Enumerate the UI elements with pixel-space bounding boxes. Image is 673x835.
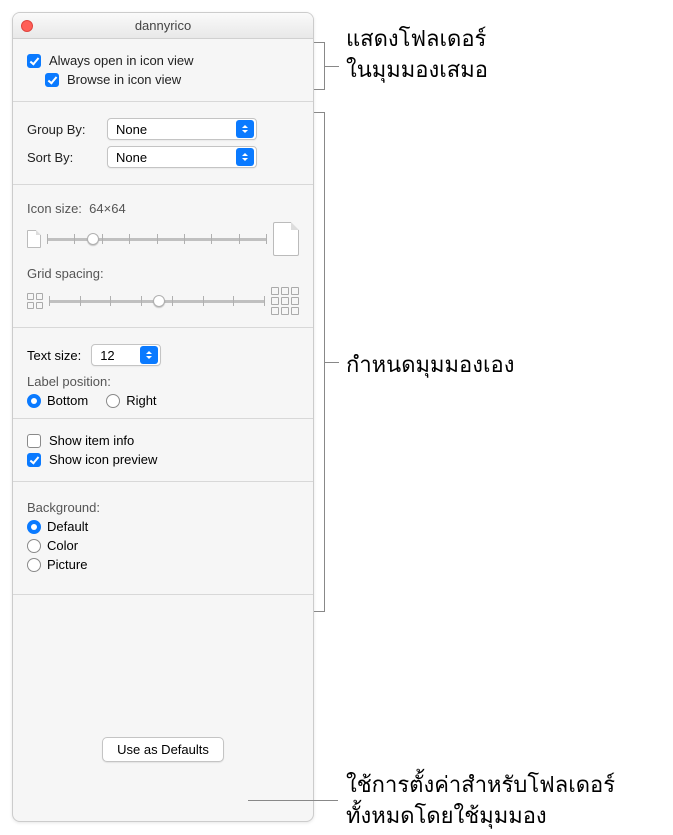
section-icon-grid: Icon size: 64×64 Grid spacing: <box>13 185 313 328</box>
updown-icon <box>236 120 254 138</box>
bg-color-label: Color <box>47 538 78 553</box>
icon-size-label: Icon size: <box>27 201 82 216</box>
section-text: Text size: 12 Label position: Bottom Rig… <box>13 328 313 419</box>
always-open-label: Always open in icon view <box>49 53 194 68</box>
window-title: dannyrico <box>13 18 313 33</box>
grid-spacing-label: Grid spacing: <box>27 266 299 281</box>
show-item-info-checkbox[interactable] <box>27 434 41 448</box>
titlebar: dannyrico <box>13 13 313 39</box>
annotation-1: แสดงโฟลเดอร์ ในมุมมองเสมอ <box>346 24 488 86</box>
sort-by-label: Sort By: <box>27 150 97 165</box>
slider-thumb[interactable] <box>87 233 99 245</box>
section-view-mode: Always open in icon view Browse in icon … <box>13 39 313 102</box>
use-as-defaults-button[interactable]: Use as Defaults <box>102 737 224 762</box>
text-size-label: Text size: <box>27 348 81 363</box>
browse-checkbox[interactable] <box>45 73 59 87</box>
view-options-window: dannyrico Always open in icon view Brows… <box>12 12 314 822</box>
label-position-header: Label position: <box>27 374 299 389</box>
section-background: Background: Default Color Picture <box>13 482 313 595</box>
bg-default-label: Default <box>47 519 88 534</box>
page-icon <box>27 230 41 248</box>
label-bottom-text: Bottom <box>47 393 88 408</box>
grid-spacing-slider[interactable] <box>49 291 265 311</box>
bg-picture-radio[interactable] <box>27 558 41 572</box>
slider-thumb[interactable] <box>153 295 165 307</box>
section-group-sort: Group By: None Sort By: None <box>13 102 313 185</box>
always-open-checkbox[interactable] <box>27 54 41 68</box>
label-right-radio[interactable] <box>106 394 120 408</box>
leader-3 <box>248 800 338 801</box>
text-size-dropdown[interactable]: 12 <box>91 344 161 366</box>
leader-2 <box>325 362 339 363</box>
bg-color-radio[interactable] <box>27 539 41 553</box>
show-icon-preview-checkbox[interactable] <box>27 453 41 467</box>
text-size-value: 12 <box>100 348 114 363</box>
icon-size-slider[interactable] <box>47 229 267 249</box>
show-icon-preview-label: Show icon preview <box>49 452 157 467</box>
grid-icon <box>271 287 299 315</box>
annotation-3: ใช้การตั้งค่าสำหรับโฟลเดอร์ ทั้งหมดโดยใช… <box>346 770 615 832</box>
updown-icon <box>140 346 158 364</box>
grid-icon <box>27 293 43 309</box>
updown-icon <box>236 148 254 166</box>
leader-1 <box>325 66 339 67</box>
bg-picture-label: Picture <box>47 557 87 572</box>
page-icon <box>273 222 299 256</box>
group-by-label: Group By: <box>27 122 97 137</box>
bg-default-radio[interactable] <box>27 520 41 534</box>
sort-by-dropdown[interactable]: None <box>107 146 257 168</box>
background-header: Background: <box>27 500 299 515</box>
show-item-info-label: Show item info <box>49 433 134 448</box>
section-show: Show item info Show icon preview <box>13 419 313 482</box>
browse-label: Browse in icon view <box>67 72 181 87</box>
section-defaults: Use as Defaults <box>13 715 313 784</box>
annotation-2: กำหนดมุมมองเอง <box>346 350 514 381</box>
label-bottom-radio[interactable] <box>27 394 41 408</box>
group-by-dropdown[interactable]: None <box>107 118 257 140</box>
group-by-value: None <box>116 122 147 137</box>
icon-size-value: 64×64 <box>89 201 126 216</box>
sort-by-value: None <box>116 150 147 165</box>
label-right-text: Right <box>126 393 156 408</box>
